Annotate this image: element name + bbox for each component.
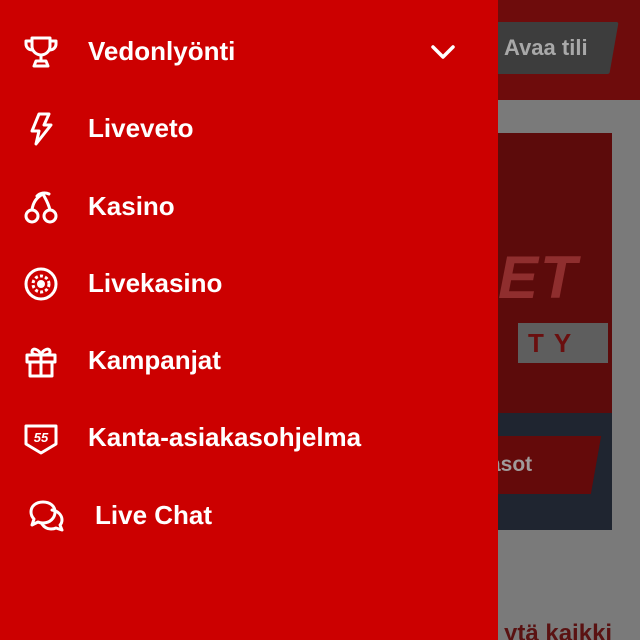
navigation-drawer: Vedonlyönti Liveveto Kasino Livekasino K…: [0, 0, 498, 640]
loyalty-badge-icon: 55: [22, 419, 60, 457]
menu-item-label: Livekasino: [88, 267, 223, 298]
menu-item-label: Kasino: [88, 190, 175, 221]
menu-item-liveveto[interactable]: Liveveto: [0, 96, 498, 160]
roulette-icon: [22, 265, 60, 303]
menu-item-livekasino[interactable]: Livekasino: [0, 251, 498, 315]
open-account-button[interactable]: Avaa tili: [487, 22, 619, 74]
menu-item-vedonlyonti[interactable]: Vedonlyönti: [0, 19, 498, 83]
menu-item-kanta-asiakasohjelma[interactable]: 55 Kanta-asiakasohjelma: [0, 405, 498, 469]
gift-icon: [22, 342, 60, 380]
trophy-icon: [22, 33, 60, 71]
menu-item-label: Liveveto: [88, 112, 194, 143]
menu-item-label: Vedonlyönti: [88, 35, 236, 66]
chat-bubbles-icon: [28, 497, 66, 535]
banner-logo-text: ET: [498, 244, 579, 311]
menu-item-label: Live Chat: [95, 499, 213, 530]
open-account-button-label: Avaa tili: [504, 35, 588, 60]
background-footer-text: ytä kaikki: [504, 620, 613, 640]
menu-item-label: Kampanjat: [88, 344, 221, 375]
banner-sub-text: TY: [518, 323, 608, 363]
lightning-icon: [22, 110, 60, 148]
menu-item-live-chat[interactable]: Live Chat: [0, 483, 498, 547]
menu-item-label: Kanta-asiakasohjelma: [88, 421, 362, 452]
cherries-icon: [22, 188, 60, 226]
chevron-down-icon[interactable]: [428, 37, 458, 67]
menu-item-kampanjat[interactable]: Kampanjat: [0, 328, 498, 392]
badge-number: 55: [34, 430, 49, 445]
menu-item-kasino[interactable]: Kasino: [0, 174, 498, 238]
